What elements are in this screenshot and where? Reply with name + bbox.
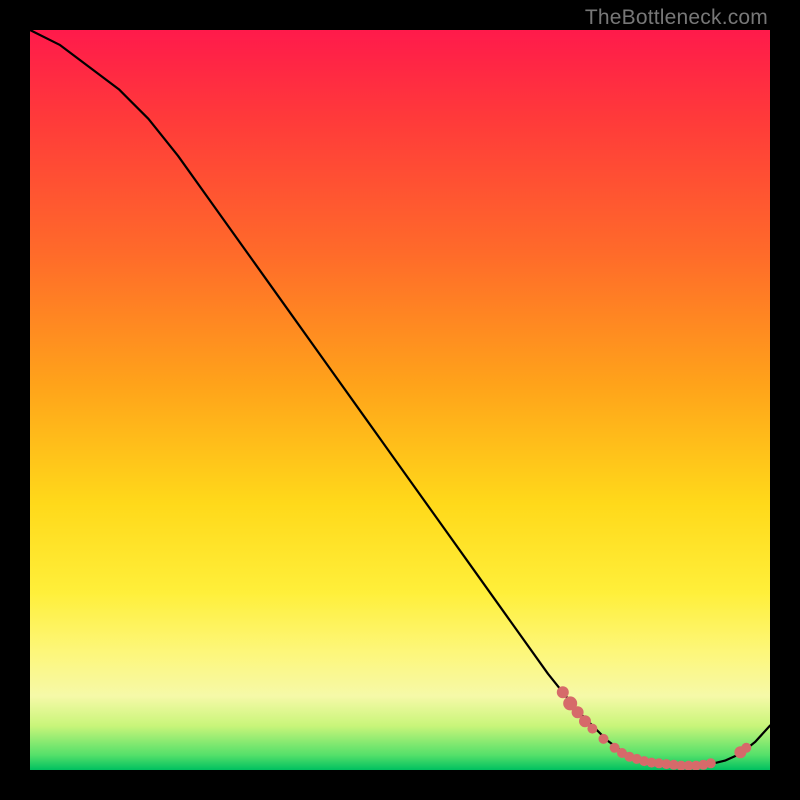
chart-curve [30, 30, 770, 766]
chart-frame: TheBottleneck.com [0, 0, 800, 800]
chart-svg [30, 30, 770, 770]
chart-marker [587, 724, 597, 734]
watermark-text: TheBottleneck.com [585, 6, 768, 30]
chart-marker [599, 734, 609, 744]
chart-marker [557, 686, 569, 698]
chart-marker [741, 743, 751, 753]
chart-marker [706, 758, 716, 768]
chart-markers [557, 686, 752, 770]
chart-plot-area [30, 30, 770, 770]
